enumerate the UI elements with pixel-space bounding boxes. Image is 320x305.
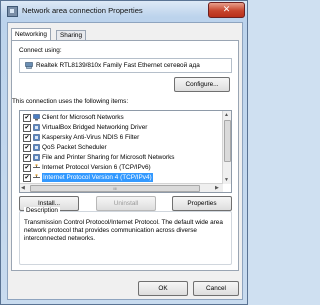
list-item[interactable]: ✔ Internet Protocol Version 6 (TCP/IPv6) <box>23 163 220 172</box>
ok-button[interactable]: OK <box>138 281 188 296</box>
title-bar[interactable]: Network area connection Properties ✕ <box>1 1 247 21</box>
client-icon <box>33 114 40 121</box>
service-icon <box>33 124 40 131</box>
checkbox[interactable]: ✔ <box>23 174 31 182</box>
item-label: Kaspersky Anti-Virus NDIS 6 Filter <box>42 134 140 141</box>
protocol-icon <box>33 174 40 178</box>
cancel-button[interactable]: Cancel <box>193 281 239 296</box>
window-title: Network area connection Properties <box>22 6 143 15</box>
dialog-client-area: Networking Sharing Connect using: Realte… <box>7 22 243 300</box>
items-label: This connection uses the following items… <box>12 98 129 105</box>
item-label: File and Printer Sharing for Microsoft N… <box>42 154 175 161</box>
description-group: Description Transmission Control Protoco… <box>19 207 232 265</box>
vertical-scrollbar[interactable]: ▲ ▼ <box>222 111 231 184</box>
networking-panel: Connect using: Realtek RTL8139/810x Fami… <box>11 40 239 271</box>
horizontal-scroll-thumb[interactable]: III <box>30 185 200 192</box>
item-label: Client for Microsoft Networks <box>42 114 124 121</box>
list-item[interactable]: ✔ File and Printer Sharing for Microsoft… <box>23 153 220 162</box>
scroll-left-icon[interactable]: ◀ <box>21 185 25 191</box>
protocol-icon <box>33 164 40 168</box>
checkbox[interactable]: ✔ <box>23 134 31 142</box>
vertical-scroll-thumb[interactable] <box>224 120 231 162</box>
scroll-up-icon[interactable]: ▲ <box>224 112 229 118</box>
service-icon <box>33 134 40 141</box>
list-item[interactable]: ✔ Client for Microsoft Networks <box>23 113 220 122</box>
connect-using-label: Connect using: <box>19 47 62 54</box>
description-title: Description <box>24 207 60 214</box>
properties-dialog: Network area connection Properties ✕ Net… <box>0 0 248 305</box>
configure-button[interactable]: Configure... <box>174 77 230 92</box>
adapter-field: Realtek RTL8139/810x Family Fast Etherne… <box>19 58 232 73</box>
horizontal-scrollbar[interactable]: ◀ III ▶ <box>20 183 223 192</box>
adapter-name: Realtek RTL8139/810x Family Fast Etherne… <box>36 62 200 69</box>
checkbox[interactable]: ✔ <box>23 154 31 162</box>
uninstall-button: Uninstall <box>96 196 156 211</box>
list-item[interactable]: ✔ VirtualBox Bridged Networking Driver <box>23 123 220 132</box>
properties-button[interactable]: Properties <box>172 196 232 211</box>
item-label: Internet Protocol Version 6 (TCP/IPv6) <box>42 164 151 171</box>
network-properties-icon <box>7 6 18 17</box>
items-list[interactable]: ✔ Client for Microsoft Networks ✔ Virtua… <box>19 110 232 193</box>
scroll-right-icon[interactable]: ▶ <box>215 185 219 191</box>
close-button[interactable]: ✕ <box>208 2 245 18</box>
item-label: Internet Protocol Version 4 (TCP/IPv4) <box>42 173 153 182</box>
list-item[interactable]: ✔ Internet Protocol Version 4 (TCP/IPv4) <box>23 173 220 182</box>
checkbox[interactable]: ✔ <box>23 124 31 132</box>
list-item[interactable]: ✔ QoS Packet Scheduler <box>23 143 220 152</box>
service-icon <box>33 144 40 151</box>
item-label: VirtualBox Bridged Networking Driver <box>42 124 148 131</box>
description-text: Transmission Control Protocol/Internet P… <box>24 219 223 242</box>
scroll-down-icon[interactable]: ▼ <box>224 177 229 183</box>
service-icon <box>33 154 40 161</box>
checkbox[interactable]: ✔ <box>23 114 31 122</box>
list-item[interactable]: ✔ Kaspersky Anti-Virus NDIS 6 Filter <box>23 133 220 142</box>
checkbox[interactable]: ✔ <box>23 144 31 152</box>
network-adapter-icon <box>25 62 33 69</box>
checkbox[interactable]: ✔ <box>23 164 31 172</box>
item-label: QoS Packet Scheduler <box>42 144 107 151</box>
